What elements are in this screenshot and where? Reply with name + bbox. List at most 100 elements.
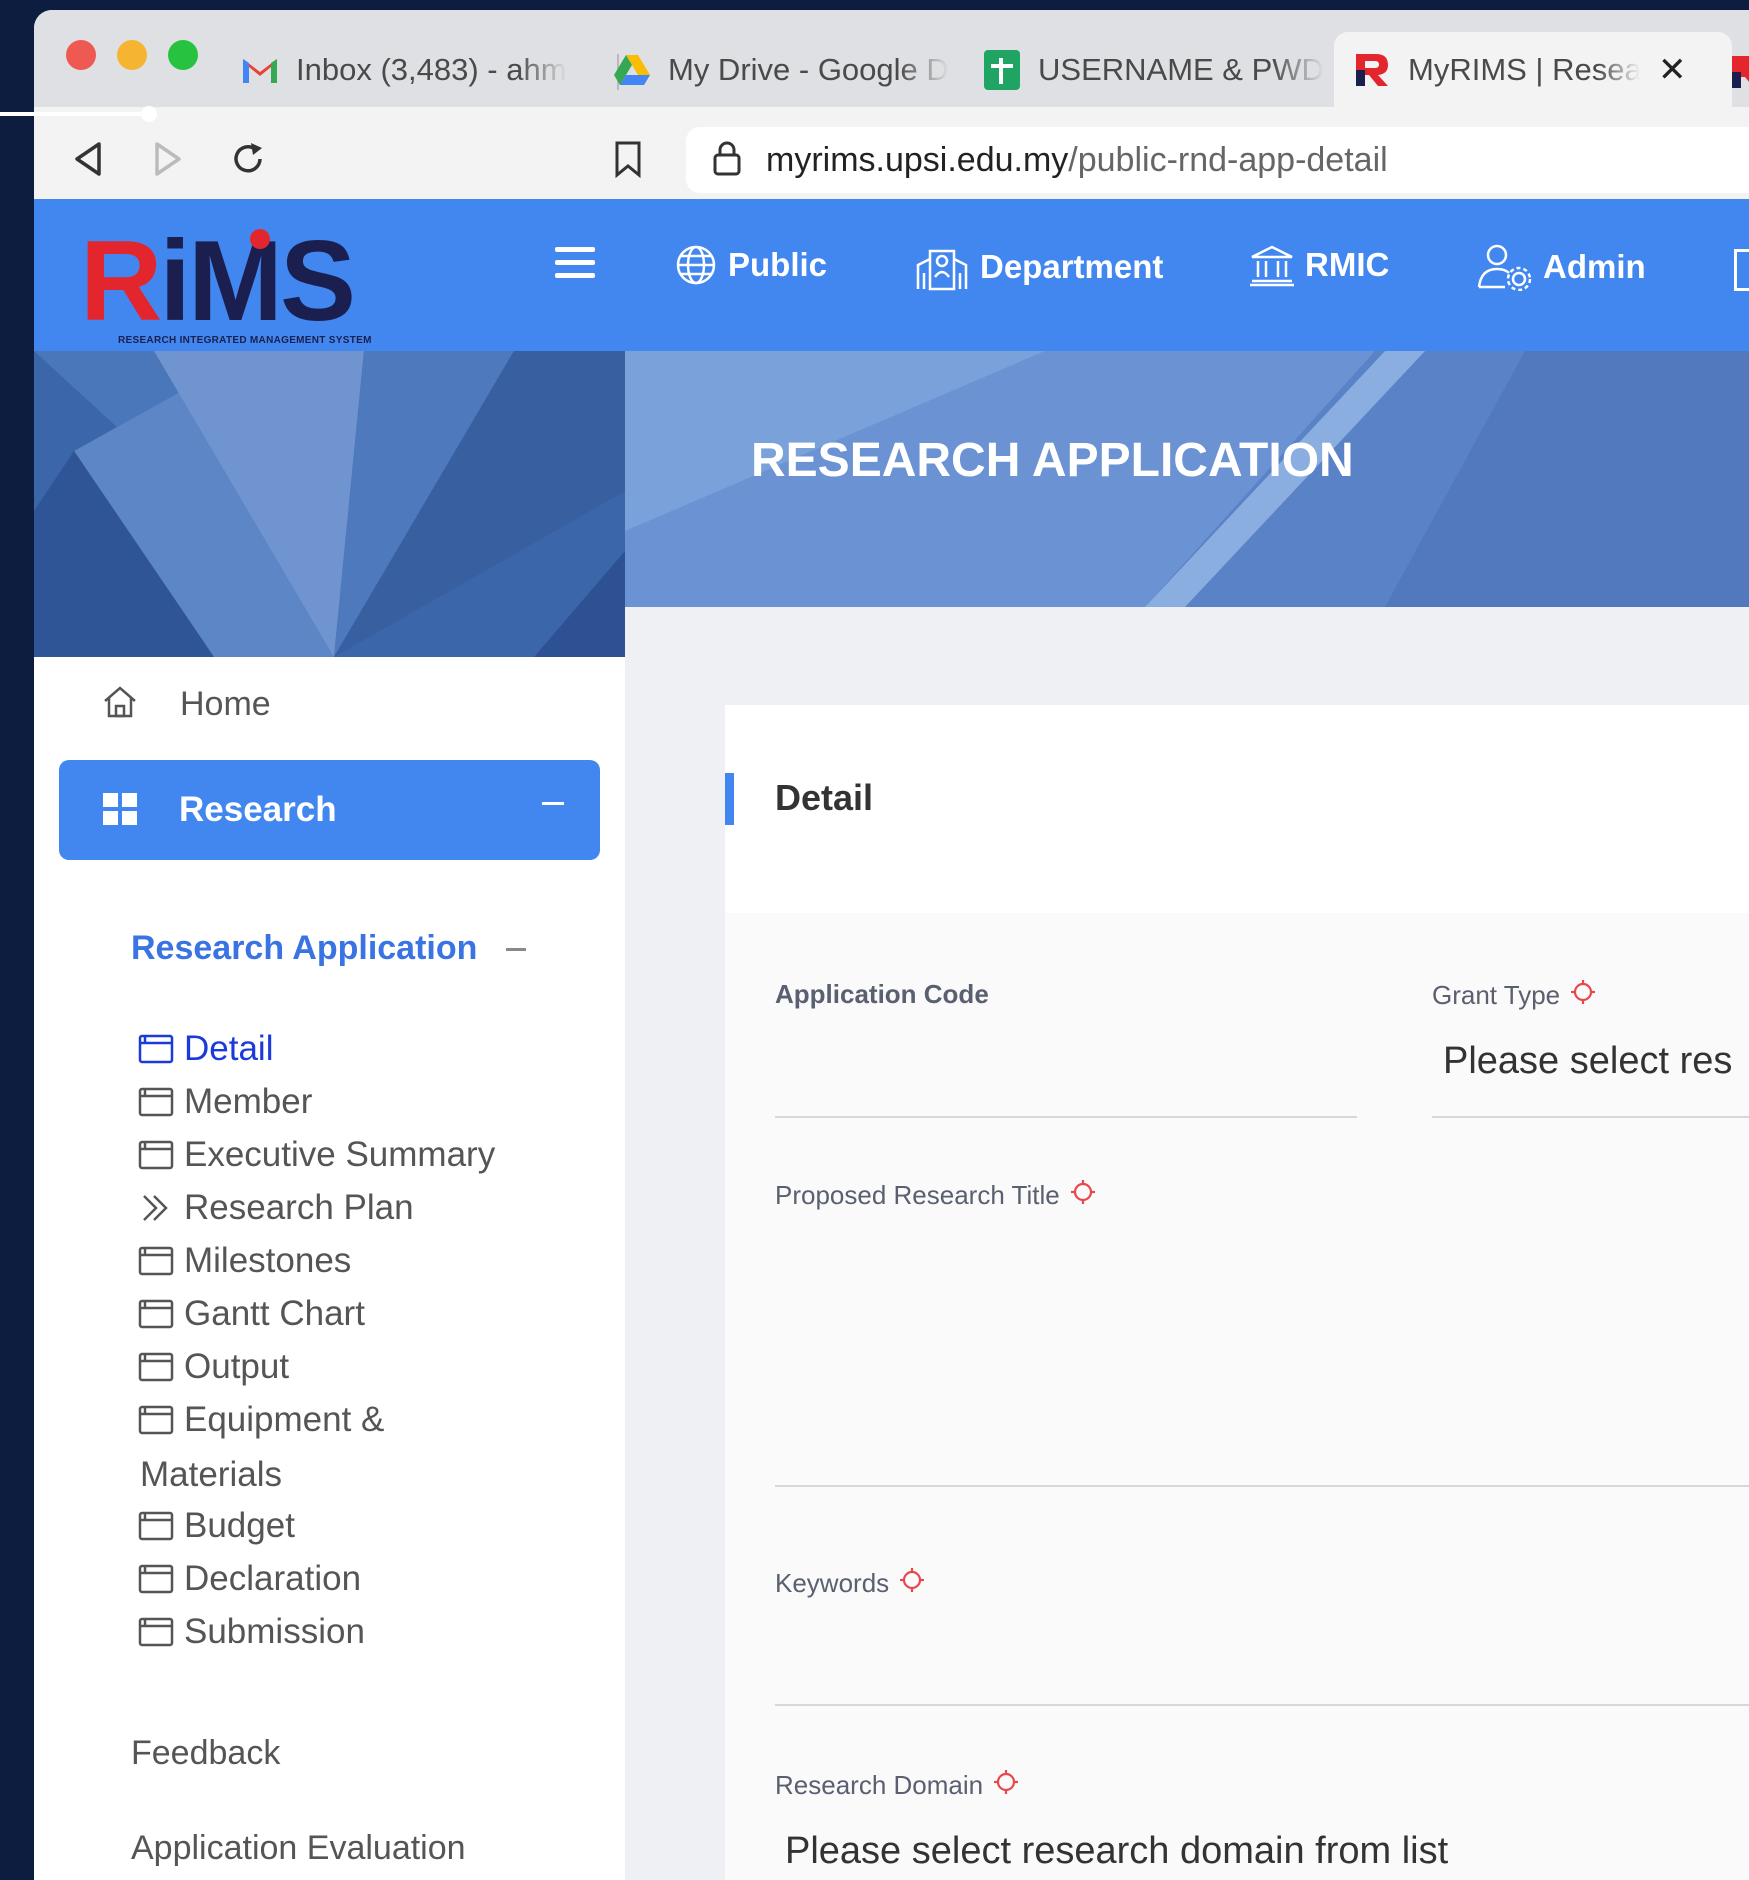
bookmark-icon[interactable] — [608, 139, 648, 179]
application-code-field[interactable] — [775, 1116, 1357, 1118]
nav-department[interactable]: Department — [914, 243, 1163, 291]
collapse-icon[interactable] — [506, 948, 526, 951]
window-icon — [138, 1298, 174, 1330]
sidebar-item-label: Detail — [184, 1029, 274, 1068]
sidebar-item-label: Research — [179, 790, 337, 829]
sidebar-item-budget[interactable]: Budget — [138, 1506, 295, 1546]
close-tab-icon[interactable]: ✕ — [1658, 50, 1687, 90]
collapse-icon[interactable] — [542, 802, 564, 805]
sidebar-item-label: Declaration — [184, 1559, 362, 1598]
application-code-label: Application Code — [775, 979, 989, 1010]
research-title-textarea[interactable] — [775, 1223, 1749, 1485]
nav-admin[interactable]: Admin — [1477, 243, 1646, 291]
tab-gmail[interactable]: Inbox (3,483) - ahm — [240, 40, 610, 100]
nav-rmic[interactable]: RMIC — [1249, 243, 1389, 287]
logo-r: R — [80, 218, 162, 345]
browser-toolbar: myrims.upsi.edu.my/public-rnd-app-detail — [34, 107, 1749, 209]
required-icon — [899, 1567, 925, 1600]
tab-google-drive[interactable]: My Drive - Google D — [612, 40, 984, 100]
sidebar-item-label: Research Plan — [184, 1188, 414, 1227]
page-hero: RESEARCH APPLICATION — [625, 351, 1749, 607]
sidebar-item-label: Executive Summary — [184, 1135, 496, 1174]
sidebar-item-home[interactable]: Home — [102, 685, 271, 724]
sidebar-item-label: Budget — [184, 1506, 295, 1545]
sidebar-item-submission[interactable]: Submission — [138, 1612, 365, 1652]
grant-type-select[interactable]: Please select res — [1443, 1040, 1732, 1083]
sidebar-hero-graphic — [34, 351, 625, 657]
grant-type-underline — [1432, 1116, 1749, 1118]
sidebar-item-milestones[interactable]: Milestones — [138, 1241, 351, 1281]
research-title-label: Proposed Research Title — [775, 1179, 1096, 1212]
window-icon — [138, 1351, 174, 1383]
keywords-label: Keywords — [775, 1567, 925, 1600]
sidebar-item-executive-summary[interactable]: Executive Summary — [138, 1135, 495, 1175]
browser-window: Inbox (3,483) - ahm My Drive - Google D … — [34, 10, 1749, 1880]
label-text: Application Code — [775, 979, 989, 1009]
label-text: Proposed Research Title — [775, 1180, 1060, 1210]
nav-label: Department — [980, 248, 1164, 285]
close-window-button[interactable] — [66, 40, 96, 70]
app-header: RiMS RESEARCH INTEGRATED MANAGEMENT SYST… — [34, 199, 1749, 351]
card-header: Detail — [725, 705, 1749, 913]
label-text: Keywords — [775, 1568, 890, 1598]
detail-form: Application Code Grant Type Please selec… — [725, 913, 1749, 1880]
sidebar-item-member[interactable]: Member — [138, 1082, 312, 1122]
sidebar-item-output[interactable]: Output — [138, 1347, 289, 1387]
logo-gear-dot — [250, 229, 270, 249]
keywords-input[interactable] — [775, 1613, 1749, 1703]
sidebar-item-application-evaluation[interactable]: Application Evaluation — [131, 1829, 466, 1868]
address-bar[interactable]: myrims.upsi.edu.my/public-rnd-app-detail — [686, 127, 1749, 193]
tab-label: MyRIMS | Resea — [1408, 51, 1640, 87]
sidebar-item-equipment-materials[interactable]: Equipment & — [138, 1400, 384, 1440]
sidebar-item-declaration[interactable]: Declaration — [138, 1559, 361, 1599]
window-icon — [138, 1086, 174, 1118]
window-icon — [138, 1616, 174, 1648]
required-icon — [1070, 1179, 1096, 1212]
rims-icon[interactable] — [1728, 52, 1749, 97]
sidebar-item-label: Member — [184, 1082, 313, 1121]
tab-label: Inbox (3,483) - ahm — [296, 52, 567, 87]
sidebar-item-label: Equipment & — [184, 1400, 385, 1439]
tab-myrims[interactable]: MyRIMS | Resea ✕ — [1334, 32, 1732, 107]
nav-label: Admin — [1543, 248, 1646, 285]
minimize-window-button[interactable] — [117, 40, 147, 70]
sidebar-item-detail[interactable]: Detail — [138, 1029, 273, 1069]
globe-icon — [674, 243, 718, 287]
back-button[interactable] — [68, 139, 108, 179]
sidebar-item-label: Output — [184, 1347, 290, 1386]
nav-label: Public — [728, 246, 828, 283]
sidebar-item-label: Submission — [184, 1612, 365, 1651]
sidebar-item-feedback[interactable]: Feedback — [131, 1734, 280, 1773]
sidebar-item-label: Home — [180, 685, 271, 723]
keywords-underline — [775, 1704, 1749, 1706]
research-domain-select[interactable]: Please select research domain from list — [785, 1830, 1448, 1873]
menu-toggle-icon[interactable] — [555, 247, 595, 286]
window-icon — [138, 1510, 174, 1542]
page-title: RESEARCH APPLICATION — [751, 434, 1354, 487]
reload-button[interactable] — [228, 139, 268, 179]
research-domain-label: Research Domain — [775, 1769, 1019, 1802]
grant-type-label: Grant Type — [1432, 979, 1596, 1012]
maximize-window-button[interactable] — [168, 40, 198, 70]
tab-google-sheets[interactable]: USERNAME & PWD — [982, 40, 1354, 100]
department-icon — [914, 243, 970, 291]
window-icon — [138, 1033, 174, 1065]
sidebar-item-research[interactable]: Research — [59, 760, 600, 860]
fullscreen-icon[interactable] — [1734, 249, 1749, 291]
sidebar-item-gantt-chart[interactable]: Gantt Chart — [138, 1294, 365, 1334]
google-sheets-icon — [982, 50, 1022, 90]
nav-public[interactable]: Public — [674, 243, 827, 287]
rims-logo[interactable]: RiMS RESEARCH INTEGRATED MANAGEMENT SYST… — [80, 225, 371, 347]
tab-strip: Inbox (3,483) - ahm My Drive - Google D … — [34, 10, 1749, 107]
sidebar-item-label-wrap[interactable]: Materials — [140, 1455, 282, 1495]
sidebar-item-research-plan[interactable]: Research Plan — [138, 1188, 414, 1228]
forward-button[interactable] — [148, 139, 188, 179]
sidebar: Home Research Research Application Detai… — [34, 657, 625, 1880]
dashboard-grid-icon — [103, 793, 139, 827]
section-accent — [725, 773, 734, 825]
google-drive-icon — [612, 50, 652, 90]
window-icon — [138, 1245, 174, 1277]
annotation-line — [0, 112, 150, 116]
sidebar-subitem-research-application[interactable]: Research Application — [131, 929, 477, 968]
admin-user-icon — [1477, 243, 1533, 291]
